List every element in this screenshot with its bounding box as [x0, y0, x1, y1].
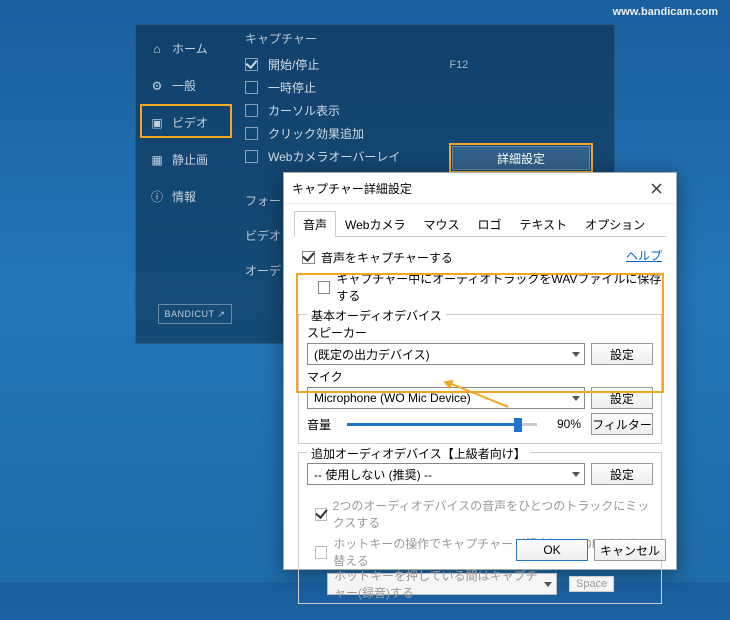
video-icon: ▣: [150, 116, 164, 130]
select-value: -- 使用しない (推奨) --: [314, 466, 432, 483]
volume-label: 音量: [307, 416, 337, 433]
primary-audio-group: 基本オーディオデバイス スピーカー (既定の出力デバイス) 設定 マイク Mic…: [298, 314, 662, 444]
hotkey-key: Space: [569, 576, 614, 592]
tab-audio[interactable]: 音声: [294, 211, 336, 237]
audio-label: オーデ: [245, 262, 281, 279]
help-link[interactable]: ヘルプ: [626, 247, 662, 264]
close-button[interactable]: [644, 179, 668, 197]
checkbox-icon[interactable]: [245, 81, 258, 94]
sidebar-item-image[interactable]: ▦ 静止画: [140, 141, 235, 178]
speaker-settings-button[interactable]: 設定: [591, 343, 653, 365]
sidebar-item-home[interactable]: ⌂ ホーム: [140, 30, 235, 67]
label: クリック効果追加: [268, 125, 364, 142]
checkbox-icon[interactable]: [245, 127, 258, 140]
cancel-button[interactable]: キャンセル: [594, 539, 666, 561]
row-pause[interactable]: 一時停止: [245, 76, 605, 99]
label: Webカメラオーバーレイ: [268, 148, 400, 165]
sidebar-item-label: 静止画: [172, 151, 208, 168]
video-label: ビデオ: [245, 227, 281, 244]
label: 音声をキャプチャーする: [321, 249, 453, 266]
checkbox-icon[interactable]: [302, 251, 315, 264]
checkbox-icon[interactable]: [245, 58, 258, 71]
dialog-footer: OK キャンセル: [516, 539, 666, 561]
secondary-settings-button[interactable]: 設定: [591, 463, 653, 485]
sidebar: ⌂ ホーム ⚙ 一般 ▣ ビデオ ▦ 静止画 ⓘ 情報: [140, 30, 235, 215]
secondary-select[interactable]: -- 使用しない (推奨) --: [307, 463, 585, 485]
sidebar-item-label: 一般: [172, 77, 196, 94]
select-value: (既定の出力デバイス): [314, 346, 430, 363]
sidebar-item-general[interactable]: ⚙ 一般: [140, 67, 235, 104]
tab-webcam[interactable]: Webカメラ: [336, 211, 414, 237]
volume-slider[interactable]: [347, 416, 537, 432]
row-save-wav[interactable]: キャプチャー中にオーディオトラックをWAVファイルに保存する: [294, 268, 666, 306]
group-label: 基本オーディオデバイス: [307, 307, 446, 324]
label: 2つのオーディオデバイスの音声をひとつのトラックにミックスする: [333, 497, 653, 531]
info-icon: ⓘ: [150, 190, 164, 204]
tab-options[interactable]: オプション: [576, 211, 654, 237]
label: カーソル表示: [268, 102, 340, 119]
group-label: 追加オーディオデバイス【上級者向け】: [307, 445, 530, 462]
capture-heading: キャプチャー: [245, 30, 605, 47]
checkbox-icon: [315, 508, 327, 521]
sidebar-item-video[interactable]: ▣ ビデオ: [140, 104, 235, 141]
chevron-down-icon: [572, 352, 580, 357]
mic-label: マイク: [307, 368, 653, 385]
sidebar-item-label: ホーム: [172, 40, 208, 57]
mic-settings-button[interactable]: 設定: [591, 387, 653, 409]
watermark: www.bandicam.com: [613, 6, 718, 18]
hotkey-mode-select: ホットキーを押している間はキャプチャー(録音)する: [327, 573, 557, 595]
sidebar-item-label: 情報: [172, 188, 196, 205]
dialog-tabs: 音声 Webカメラ マウス ロゴ テキスト オプション: [294, 210, 666, 237]
dialog-title: キャプチャー詳細設定: [292, 180, 412, 197]
select-value: Microphone (WO Mic Device): [314, 391, 471, 405]
tab-mouse[interactable]: マウス: [414, 211, 468, 237]
checkbox-icon[interactable]: [245, 104, 258, 117]
home-icon: ⌂: [150, 42, 164, 56]
row-cursor[interactable]: カーソル表示: [245, 99, 605, 122]
ok-button[interactable]: OK: [516, 539, 588, 561]
advanced-settings-button[interactable]: 詳細設定: [452, 146, 590, 170]
label: 開始/停止: [268, 56, 319, 73]
label: キャプチャー中にオーディオトラックをWAVファイルに保存する: [336, 270, 666, 304]
close-icon: [651, 183, 662, 194]
tab-text[interactable]: テキスト: [511, 211, 577, 237]
select-value: ホットキーを押している間はキャプチャー(録音)する: [334, 567, 544, 601]
chevron-down-icon: [572, 472, 580, 477]
row-start-stop[interactable]: 開始/停止 F12: [245, 53, 605, 76]
filter-button[interactable]: フィルター: [591, 413, 653, 435]
checkbox-icon[interactable]: [245, 150, 258, 163]
chevron-down-icon: [572, 396, 580, 401]
slider-thumb[interactable]: [514, 418, 522, 432]
hotkey-label: F12: [449, 59, 468, 71]
capture-advanced-dialog: キャプチャー詳細設定 音声 Webカメラ マウス ロゴ テキスト オプション ヘ…: [283, 172, 677, 570]
secondary-audio-group: 追加オーディオデバイス【上級者向け】 -- 使用しない (推奨) -- 設定 2…: [298, 452, 662, 604]
checkbox-icon: [315, 546, 327, 559]
volume-value: 90%: [547, 417, 581, 431]
label: 一時停止: [268, 79, 316, 96]
row-click-effect[interactable]: クリック効果追加: [245, 122, 605, 145]
row-capture-audio[interactable]: 音声をキャプチャーする: [294, 247, 626, 268]
bandicut-link[interactable]: BANDICUT ↗: [158, 304, 232, 324]
format-section: フォー ビデオ オーデ: [245, 192, 281, 297]
checkbox-icon[interactable]: [318, 281, 330, 294]
sidebar-item-info[interactable]: ⓘ 情報: [140, 178, 235, 215]
dialog-titlebar: キャプチャー詳細設定: [284, 173, 676, 204]
tab-logo[interactable]: ロゴ: [469, 211, 511, 237]
row-mix-tracks: 2つのオーディオデバイスの音声をひとつのトラックにミックスする: [307, 495, 653, 533]
chevron-down-icon: [544, 582, 552, 587]
speaker-select[interactable]: (既定の出力デバイス): [307, 343, 585, 365]
speaker-label: スピーカー: [307, 324, 653, 341]
image-icon: ▦: [150, 153, 164, 167]
mic-select[interactable]: Microphone (WO Mic Device): [307, 387, 585, 409]
sidebar-item-label: ビデオ: [172, 114, 208, 131]
format-heading: フォー: [245, 192, 281, 209]
gear-icon: ⚙: [150, 79, 164, 93]
